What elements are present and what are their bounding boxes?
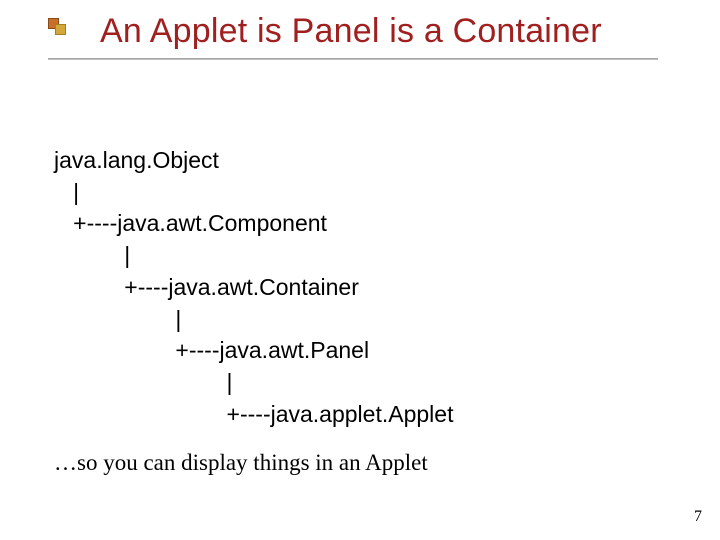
footnote-text: …so you can display things in an Applet	[54, 450, 428, 476]
class-hierarchy: java.lang.Object | +----java.awt.Compone…	[54, 145, 453, 431]
title-bullet-icon	[48, 18, 66, 36]
title-underline	[48, 58, 658, 60]
slide-title: An Applet is Panel is a Container	[100, 12, 602, 51]
hierarchy-line: +----java.awt.Panel	[54, 335, 453, 367]
hierarchy-line: |	[54, 177, 453, 209]
hierarchy-line: |	[54, 304, 453, 336]
hierarchy-line: +----java.applet.Applet	[54, 399, 453, 431]
hierarchy-line: |	[54, 240, 453, 272]
hierarchy-line: +----java.awt.Container	[54, 272, 453, 304]
hierarchy-line: java.lang.Object	[54, 145, 453, 177]
hierarchy-line: |	[54, 367, 453, 399]
hierarchy-line: +----java.awt.Component	[54, 208, 453, 240]
page-number: 7	[694, 508, 702, 526]
